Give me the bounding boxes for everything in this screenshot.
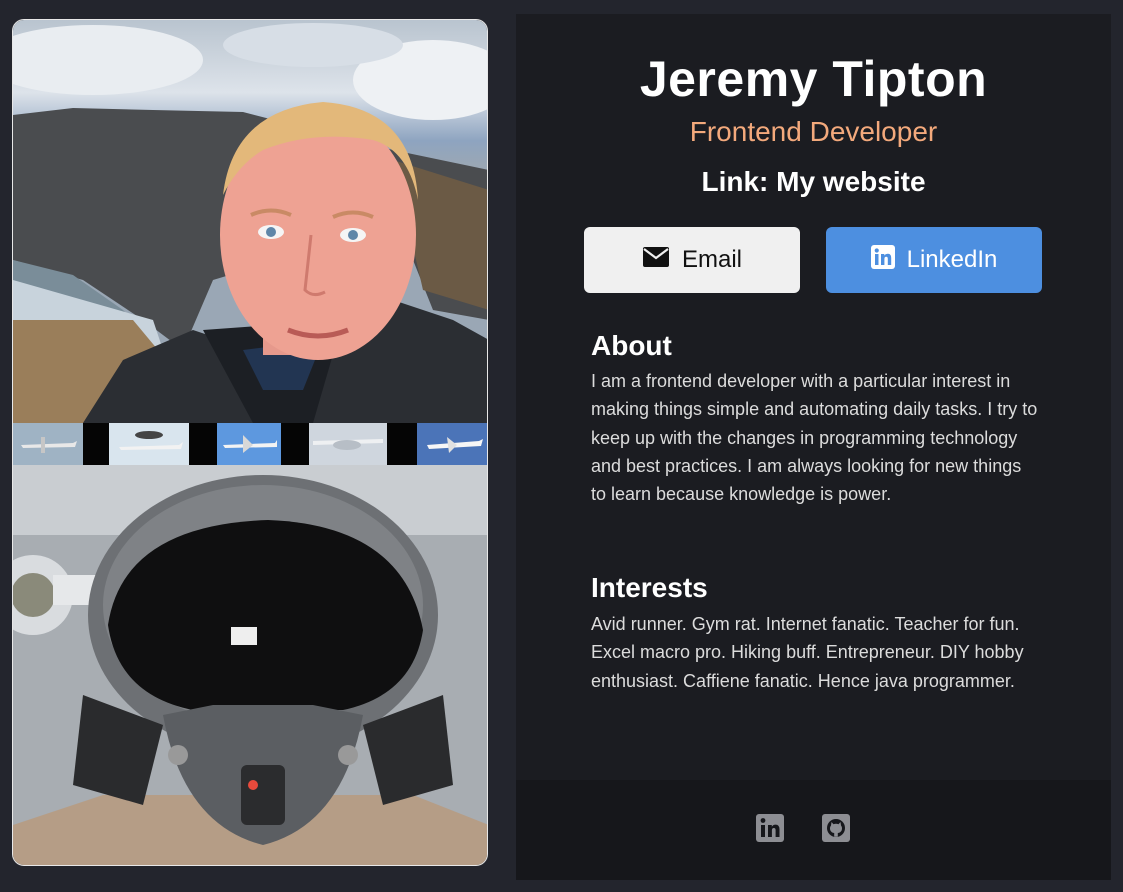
linkedin-icon — [870, 244, 895, 276]
email-button-label: Email — [681, 246, 742, 273]
linkedin-icon — [756, 814, 784, 846]
aircraft-thumbnail — [109, 423, 189, 465]
aircraft-thumbnail — [417, 423, 487, 465]
profile-selfie-photo — [13, 20, 487, 423]
email-button[interactable]: Email — [584, 227, 800, 293]
footer-github-link[interactable] — [822, 814, 850, 842]
aircraft-thumbnail — [217, 423, 281, 465]
envelope-icon — [642, 246, 670, 275]
linkedin-button[interactable]: LinkedIn — [826, 227, 1042, 293]
footer-linkedin-link[interactable] — [756, 814, 784, 842]
pilot-helmet-photo — [13, 465, 487, 865]
photo-collage — [12, 19, 488, 866]
page: Jeremy Tipton Frontend Developer Link: M… — [0, 0, 1123, 892]
profile-footer — [516, 780, 1111, 880]
aircraft-thumbnail — [309, 423, 387, 465]
aircraft-thumbnail — [13, 423, 83, 465]
interests-text: Avid runner. Gym rat. Internet fanatic. … — [591, 614, 1024, 691]
linkedin-button-label: LinkedIn — [906, 246, 998, 273]
profile-name: Jeremy Tipton — [639, 51, 988, 107]
aircraft-thumbnail-strip — [13, 423, 487, 465]
interests-heading: Interests — [591, 572, 708, 603]
website-link[interactable]: Link: My website — [516, 166, 1111, 198]
profile-role: Frontend Developer — [689, 116, 938, 147]
about-heading: About — [591, 330, 672, 361]
github-icon — [822, 814, 850, 846]
profile-card: Jeremy Tipton Frontend Developer Link: M… — [516, 14, 1111, 880]
about-text: I am a frontend developer with a particu… — [591, 371, 1038, 505]
